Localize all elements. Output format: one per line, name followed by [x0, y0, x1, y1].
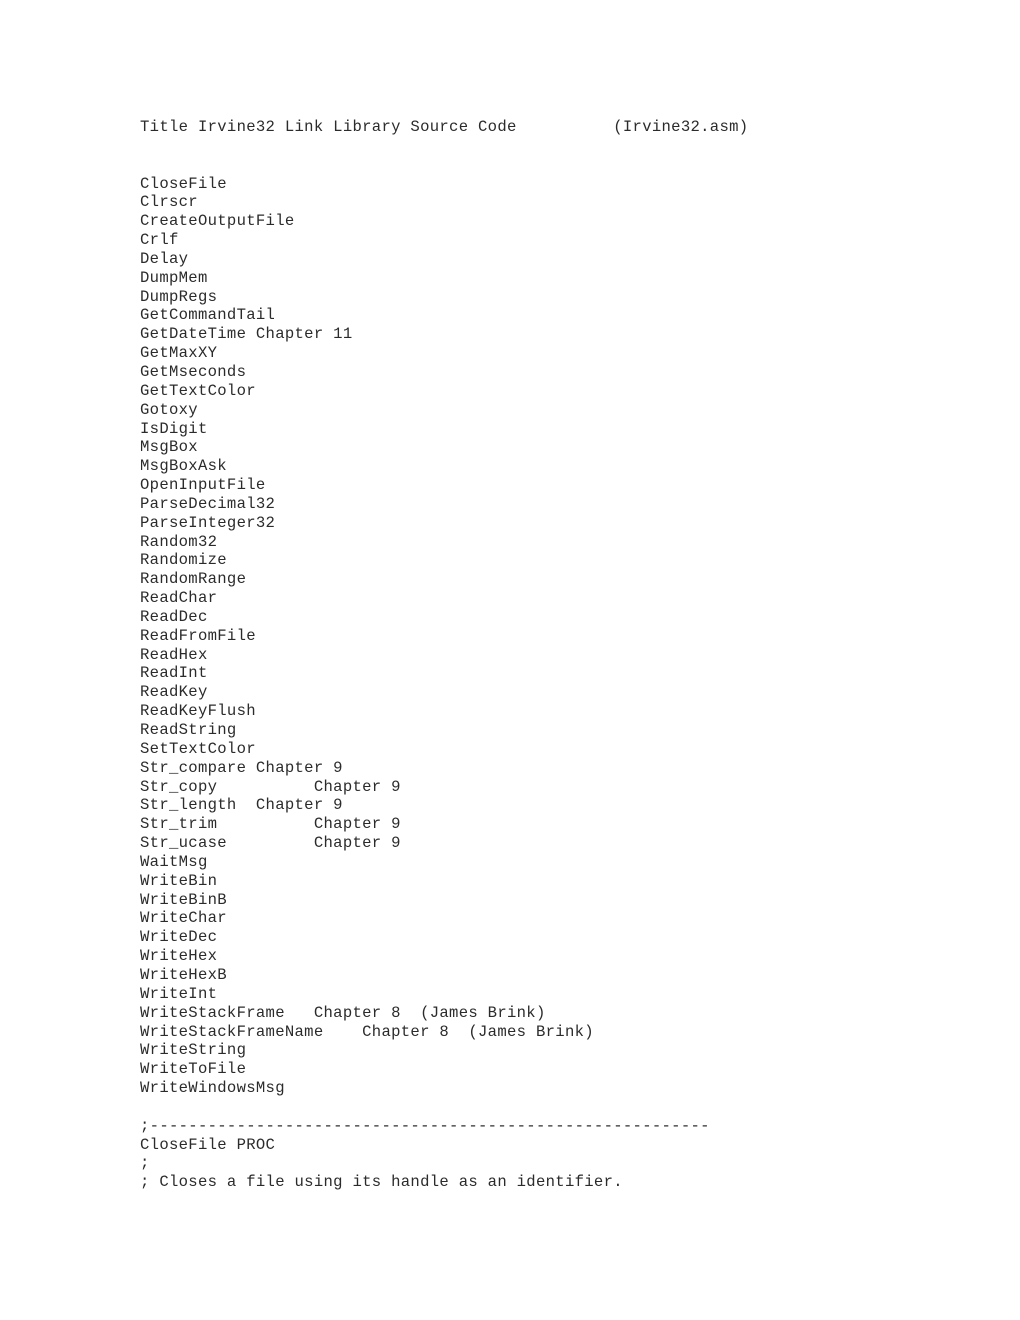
- source-code-listing: Title Irvine32 Link Library Source Code …: [140, 118, 749, 1192]
- document-page: Title Irvine32 Link Library Source Code …: [0, 0, 1020, 1320]
- document-body: Title Irvine32 Link Library Source Code …: [140, 118, 960, 1192]
